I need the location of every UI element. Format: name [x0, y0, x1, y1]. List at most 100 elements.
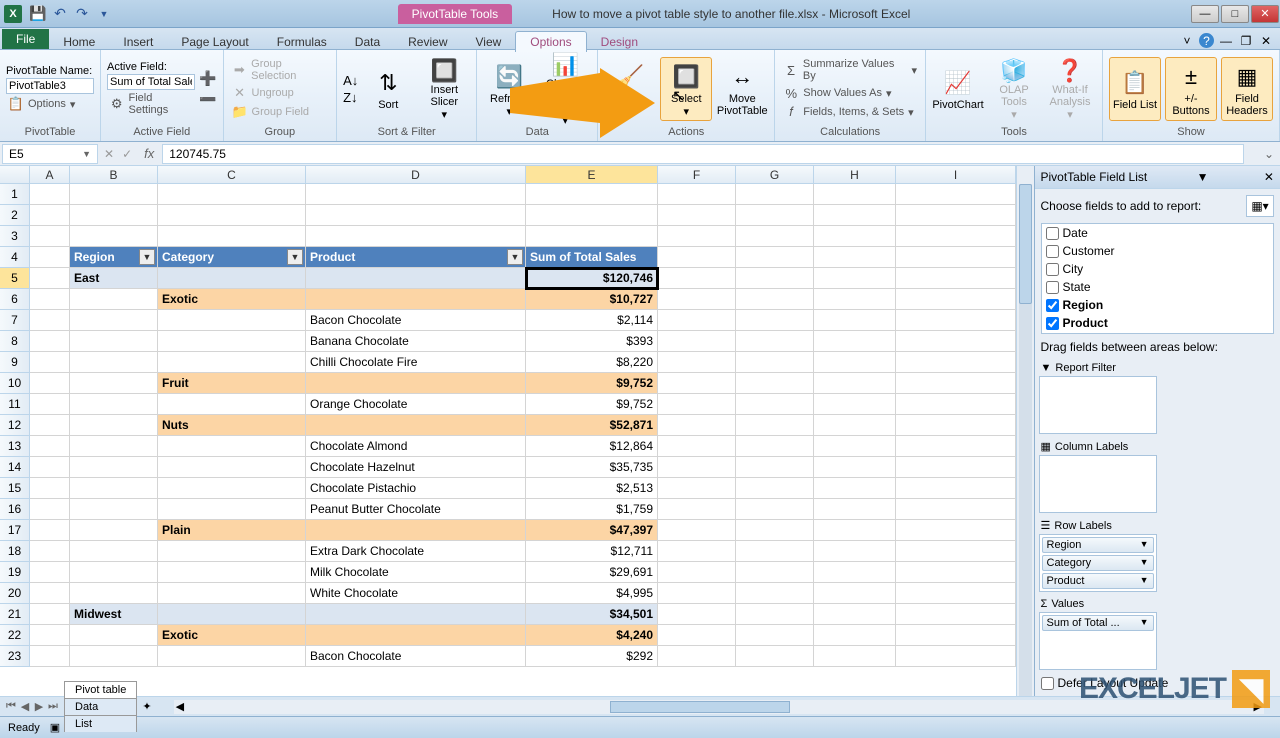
- cell[interactable]: [658, 583, 736, 604]
- cell[interactable]: [736, 457, 814, 478]
- cell[interactable]: [158, 457, 306, 478]
- cell[interactable]: [814, 268, 896, 289]
- cell[interactable]: [896, 310, 1016, 331]
- column-header-E[interactable]: E: [526, 166, 658, 183]
- cell[interactable]: [814, 541, 896, 562]
- cell[interactable]: [70, 394, 158, 415]
- cell[interactable]: [896, 415, 1016, 436]
- cell[interactable]: [30, 541, 70, 562]
- field-region[interactable]: Region: [1042, 296, 1274, 314]
- row-header[interactable]: 11: [0, 394, 30, 415]
- tab-review[interactable]: Review: [394, 32, 461, 52]
- cell[interactable]: $1,759: [526, 499, 658, 520]
- filter-dropdown-icon[interactable]: ▼: [287, 249, 303, 265]
- cell[interactable]: [306, 205, 526, 226]
- cell[interactable]: [814, 478, 896, 499]
- chevron-down-icon[interactable]: ▼: [1140, 617, 1149, 629]
- cell[interactable]: [30, 352, 70, 373]
- cell[interactable]: [306, 289, 526, 310]
- cell[interactable]: [658, 205, 736, 226]
- cell[interactable]: [70, 436, 158, 457]
- cell[interactable]: Sum of Total Sales: [526, 247, 658, 268]
- cell[interactable]: [658, 352, 736, 373]
- sheet-nav[interactable]: ⏮◀▶⏭: [0, 700, 64, 713]
- cell[interactable]: Banana Chocolate: [306, 331, 526, 352]
- cell[interactable]: [158, 352, 306, 373]
- field-checkbox[interactable]: [1046, 299, 1059, 312]
- cell[interactable]: [736, 268, 814, 289]
- cell[interactable]: [736, 478, 814, 499]
- cell[interactable]: [70, 205, 158, 226]
- maximize-button[interactable]: □: [1221, 5, 1249, 23]
- field-settings-button[interactable]: ⚙Field Settings: [107, 91, 195, 117]
- cell[interactable]: [896, 394, 1016, 415]
- cell[interactable]: [306, 226, 526, 247]
- cell[interactable]: [70, 289, 158, 310]
- tab-design[interactable]: Design: [587, 32, 652, 52]
- cell[interactable]: [30, 646, 70, 667]
- area-item[interactable]: Region▼: [1042, 537, 1154, 553]
- olap-tools-button[interactable]: 🧊OLAP Tools ▾: [988, 57, 1040, 121]
- whatif-button[interactable]: ❓What-If Analysis ▾: [1044, 57, 1096, 121]
- summarize-values-button[interactable]: ΣSummarize Values By ▾: [781, 57, 919, 83]
- cell[interactable]: [30, 457, 70, 478]
- cell[interactable]: [814, 373, 896, 394]
- cell[interactable]: [70, 646, 158, 667]
- field-list-close-icon[interactable]: ✕: [1264, 170, 1274, 184]
- cell[interactable]: [814, 520, 896, 541]
- cell[interactable]: $9,752: [526, 394, 658, 415]
- field-date[interactable]: Date: [1042, 224, 1274, 242]
- fx-icon[interactable]: fx: [136, 146, 162, 161]
- cell[interactable]: [896, 520, 1016, 541]
- sort-button[interactable]: ⇅Sort: [362, 57, 414, 121]
- cell[interactable]: $12,711: [526, 541, 658, 562]
- refresh-button[interactable]: 🔄Refresh ▾: [483, 57, 535, 121]
- cell[interactable]: [30, 184, 70, 205]
- cell[interactable]: [814, 625, 896, 646]
- cell[interactable]: [736, 604, 814, 625]
- cell[interactable]: [70, 499, 158, 520]
- cell[interactable]: [736, 226, 814, 247]
- collapse-field-icon[interactable]: ➖: [199, 91, 216, 108]
- tab-view[interactable]: View: [462, 32, 516, 52]
- cell[interactable]: $9,752: [526, 373, 658, 394]
- cell[interactable]: [736, 499, 814, 520]
- cell[interactable]: Bacon Chocolate: [306, 646, 526, 667]
- cancel-formula-icon[interactable]: ✕: [100, 147, 118, 161]
- save-icon[interactable]: 💾: [28, 4, 48, 24]
- cell[interactable]: $2,114: [526, 310, 658, 331]
- cell[interactable]: $8,220: [526, 352, 658, 373]
- row-header[interactable]: 20: [0, 583, 30, 604]
- cell[interactable]: [30, 604, 70, 625]
- field-list-button[interactable]: 📋Field List: [1109, 57, 1161, 121]
- field-checkbox[interactable]: [1046, 317, 1059, 330]
- row-header[interactable]: 5: [0, 268, 30, 289]
- cell[interactable]: [814, 331, 896, 352]
- cell[interactable]: [30, 436, 70, 457]
- cell[interactable]: [30, 499, 70, 520]
- cell[interactable]: [896, 583, 1016, 604]
- cell[interactable]: [896, 373, 1016, 394]
- cell[interactable]: [736, 373, 814, 394]
- cell[interactable]: [736, 184, 814, 205]
- cell[interactable]: [736, 352, 814, 373]
- row-header[interactable]: 21: [0, 604, 30, 625]
- cell[interactable]: [658, 373, 736, 394]
- cell[interactable]: [306, 520, 526, 541]
- help-icon[interactable]: ?: [1199, 33, 1214, 48]
- cell[interactable]: [158, 478, 306, 499]
- column-labels-area[interactable]: [1039, 455, 1157, 513]
- cell[interactable]: [158, 205, 306, 226]
- cell[interactable]: [896, 289, 1016, 310]
- cell[interactable]: [158, 310, 306, 331]
- cell[interactable]: [70, 373, 158, 394]
- cell[interactable]: [70, 625, 158, 646]
- row-header[interactable]: 15: [0, 478, 30, 499]
- cell[interactable]: [736, 646, 814, 667]
- cell[interactable]: [736, 331, 814, 352]
- row-header[interactable]: 8: [0, 331, 30, 352]
- row-header[interactable]: 19: [0, 562, 30, 583]
- cell[interactable]: [658, 457, 736, 478]
- cell[interactable]: [658, 520, 736, 541]
- cell[interactable]: Chilli Chocolate Fire: [306, 352, 526, 373]
